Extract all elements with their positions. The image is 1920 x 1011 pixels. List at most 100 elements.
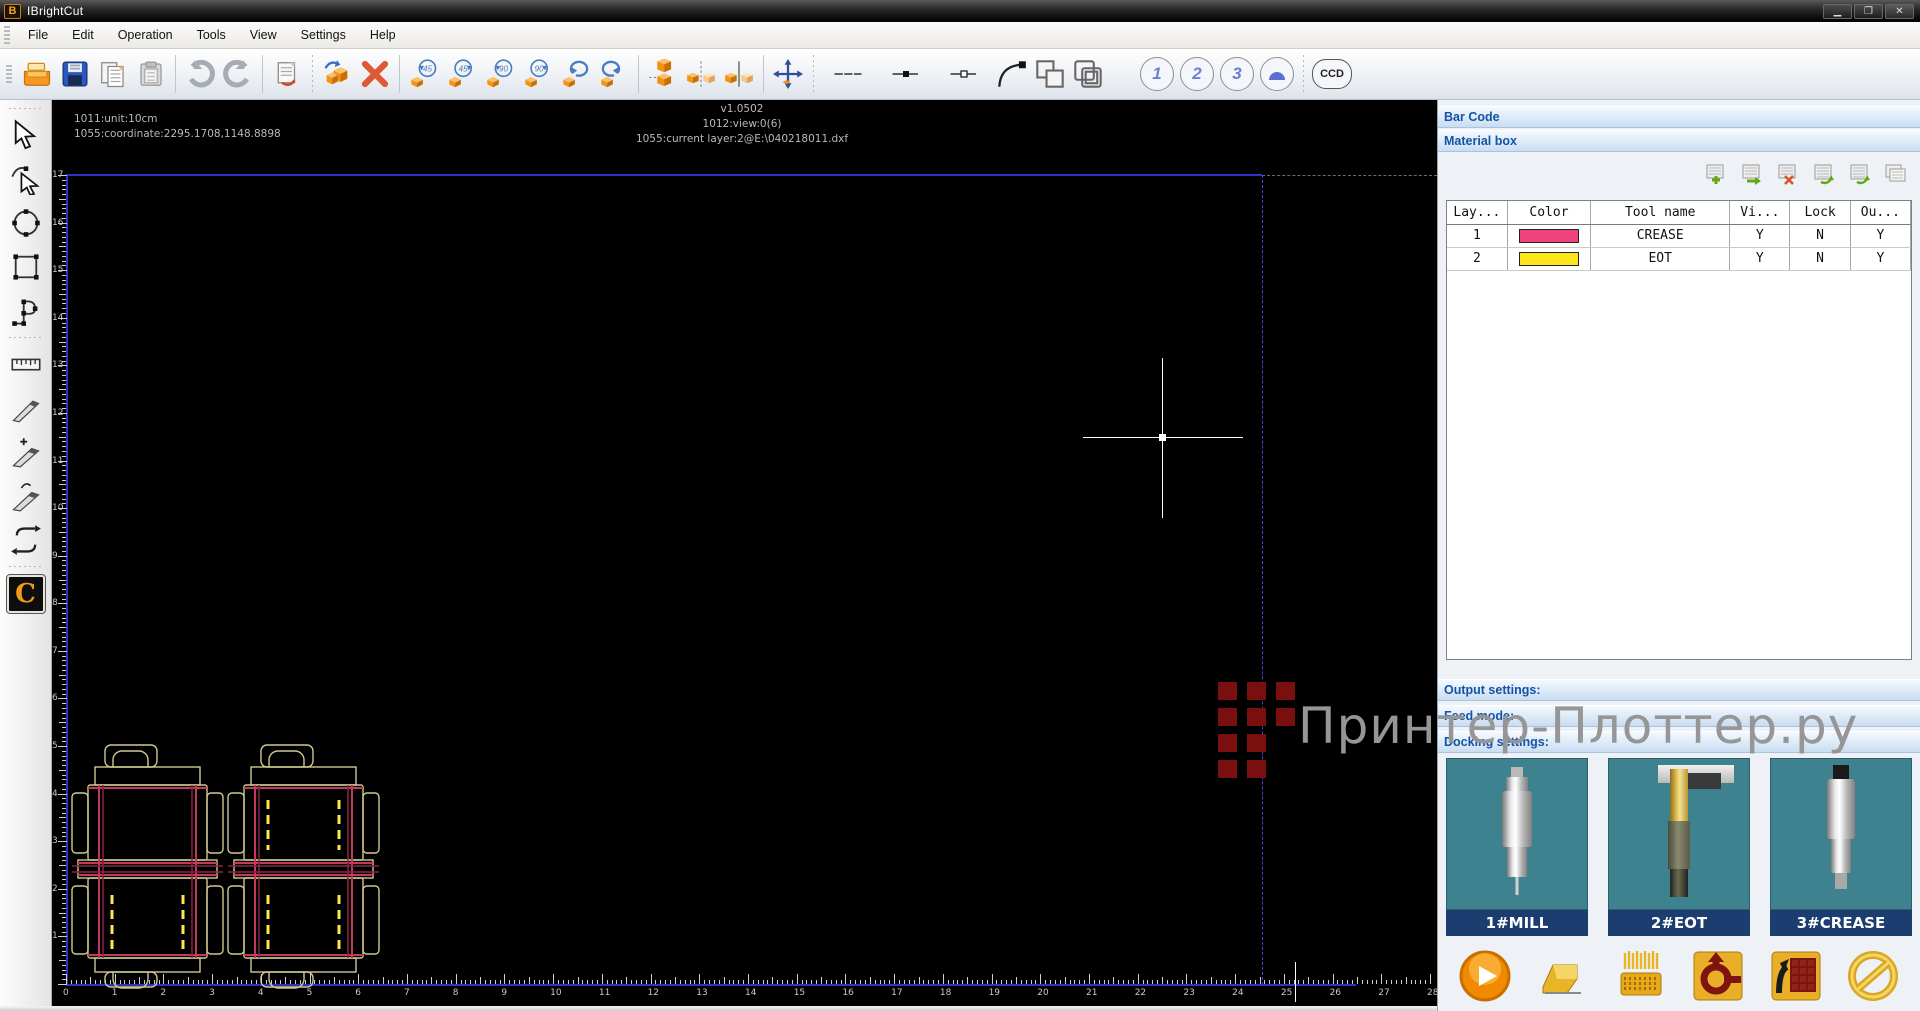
view-3-button[interactable]: 3 [1220, 57, 1254, 91]
view-1-button[interactable]: 1 [1140, 57, 1174, 91]
ruler-tool-button[interactable] [5, 343, 47, 385]
group-button[interactable] [1069, 53, 1107, 95]
menu-item-operation[interactable]: Operation [106, 24, 185, 46]
copy-button[interactable] [94, 53, 132, 95]
knife-curve-tool-button[interactable] [5, 475, 47, 517]
layer-delete-button[interactable] [1774, 162, 1800, 186]
tool-name-cell[interactable]: CREASE [1591, 224, 1730, 247]
arc-node-button[interactable] [993, 53, 1031, 95]
ruler-tick [62, 689, 66, 690]
start-button[interactable] [1454, 947, 1516, 1005]
ccd-button[interactable]: CCD [1312, 59, 1352, 89]
menu-item-help[interactable]: Help [358, 24, 408, 46]
rotate-cw-90-button[interactable]: 90 [519, 53, 557, 95]
visible-cell[interactable]: Y [1730, 247, 1790, 270]
weld-button[interactable] [1031, 53, 1069, 95]
rotate-cw-button[interactable] [595, 53, 633, 95]
output-settings-header[interactable]: Output settings: [1438, 679, 1920, 701]
rectangle-tool-button[interactable] [5, 246, 47, 288]
layer-color-cell[interactable] [1507, 224, 1590, 247]
lock-cell[interactable]: N [1790, 224, 1850, 247]
dieline-drawing[interactable] [52, 100, 1437, 1011]
array-copy-button[interactable] [644, 53, 682, 95]
menu-item-edit[interactable]: Edit [60, 24, 106, 46]
arc-node-icon [997, 59, 1027, 89]
layer-export-button[interactable] [1810, 162, 1836, 186]
layer-insert-button[interactable] [1738, 162, 1764, 186]
color-swatch[interactable] [1519, 252, 1578, 266]
menu-item-file[interactable]: File [16, 24, 60, 46]
materialbox-section-header[interactable]: Material box [1438, 130, 1920, 152]
menu-item-view[interactable]: View [238, 24, 289, 46]
move-button[interactable] [769, 53, 807, 95]
delete-button[interactable] [356, 53, 394, 95]
column-header[interactable]: Lock [1790, 201, 1850, 224]
open-button[interactable] [18, 53, 56, 95]
import-box-button[interactable] [318, 53, 356, 95]
output-cell[interactable]: Y [1850, 224, 1910, 247]
layer-number-cell[interactable]: 2 [1447, 247, 1507, 270]
line-style-node-hollow-button[interactable] [935, 53, 993, 95]
column-header[interactable]: Lay... [1447, 201, 1507, 224]
mirror-h-button[interactable] [682, 53, 720, 95]
circle-tool-button[interactable] [5, 202, 47, 244]
line-style-plain-button[interactable] [819, 53, 877, 95]
menu-item-tools[interactable]: Tools [185, 24, 238, 46]
restore-button[interactable]: ❐ [1854, 4, 1883, 19]
tool-card-crease[interactable]: 3#CREASE [1770, 758, 1912, 942]
output-doc-button[interactable] [268, 53, 306, 95]
layer-row[interactable]: 1CREASEYNY [1447, 224, 1911, 247]
tool-name-cell[interactable]: EOT [1591, 247, 1730, 270]
stop-button[interactable] [1842, 947, 1904, 1005]
ruler-tick [582, 980, 583, 984]
redo-button[interactable] [219, 53, 257, 95]
feed-mode-header[interactable]: Feed mode: [1438, 705, 1920, 727]
select-tool-button[interactable] [5, 114, 47, 156]
material-table[interactable]: Lay...ColorTool nameVi...LockOu... 1 CREAS… [1447, 201, 1911, 271]
view-all-button[interactable] [1260, 57, 1294, 91]
loop-tool-button[interactable] [5, 519, 47, 561]
view-2-button[interactable]: 2 [1180, 57, 1214, 91]
rotate-cw-45-button[interactable]: 45 [443, 53, 481, 95]
column-header[interactable]: Vi... [1730, 201, 1790, 224]
barcode-section-header[interactable]: Bar Code [1438, 106, 1920, 128]
layer-color-cell[interactable] [1507, 247, 1590, 270]
knife-add-tool-button[interactable] [5, 431, 47, 473]
output-cell[interactable]: Y [1850, 247, 1910, 270]
save-button[interactable] [56, 53, 94, 95]
column-header[interactable]: Ou... [1850, 201, 1910, 224]
brush-button[interactable] [1609, 947, 1671, 1005]
layer-row[interactable]: 2EOTYNY [1447, 247, 1911, 270]
rotate-ccw-90-button[interactable]: 90 [481, 53, 519, 95]
ruler-tick [1406, 977, 1407, 984]
grid-route-button[interactable] [1765, 947, 1827, 1005]
layer-add-button[interactable] [1702, 162, 1728, 186]
line-style-node-filled-button[interactable] [877, 53, 935, 95]
layer-copy-button[interactable] [1882, 162, 1908, 186]
paste-button[interactable] [132, 53, 170, 95]
docking-settings-header[interactable]: Docking settings: [1438, 731, 1920, 753]
mirror-v-button[interactable] [720, 53, 758, 95]
drawing-canvas[interactable]: 1011:unit:10cm 1055:coordinate:2295.1708… [52, 100, 1437, 1011]
ruler-tick [821, 977, 822, 984]
visible-cell[interactable]: Y [1730, 224, 1790, 247]
feed-button[interactable] [1531, 947, 1593, 1005]
lock-cell[interactable]: N [1790, 247, 1850, 270]
layer-import-button[interactable] [1846, 162, 1872, 186]
minimize-button[interactable]: ▁ [1823, 4, 1852, 19]
node-edit-tool-button[interactable] [5, 158, 47, 200]
column-header[interactable]: Tool name [1591, 201, 1730, 224]
undo-button[interactable] [181, 53, 219, 95]
layer-number-cell[interactable]: 1 [1447, 224, 1507, 247]
column-header[interactable]: Color [1507, 201, 1590, 224]
tool-card-mill[interactable]: 1#MILL [1446, 758, 1588, 942]
menu-item-settings[interactable]: Settings [289, 24, 358, 46]
close-button[interactable]: ✕ [1885, 4, 1914, 19]
tool-card-eot[interactable]: 2#EOT [1608, 758, 1750, 942]
polyline-tool-button[interactable] [5, 290, 47, 332]
rotate-ccw-45-button[interactable]: 45 [405, 53, 443, 95]
color-swatch[interactable] [1519, 229, 1578, 243]
rotate-feed-button[interactable] [1687, 947, 1749, 1005]
rotate-ccw-button[interactable] [557, 53, 595, 95]
knife-tool-button[interactable] [5, 387, 47, 429]
